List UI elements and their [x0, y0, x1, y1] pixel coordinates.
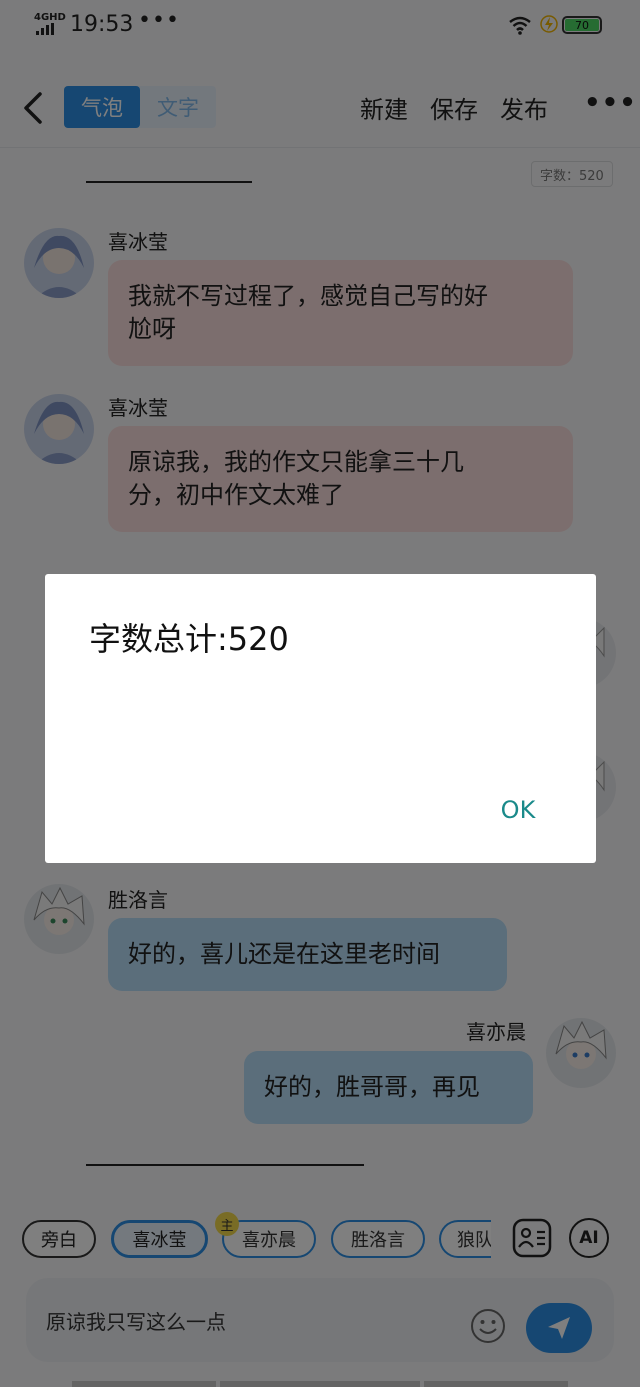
ok-button[interactable]: OK	[491, 792, 545, 828]
dialog-message: 字数总计:520	[89, 620, 289, 658]
word-count-dialog: 字数总计:520 OK	[45, 574, 596, 863]
